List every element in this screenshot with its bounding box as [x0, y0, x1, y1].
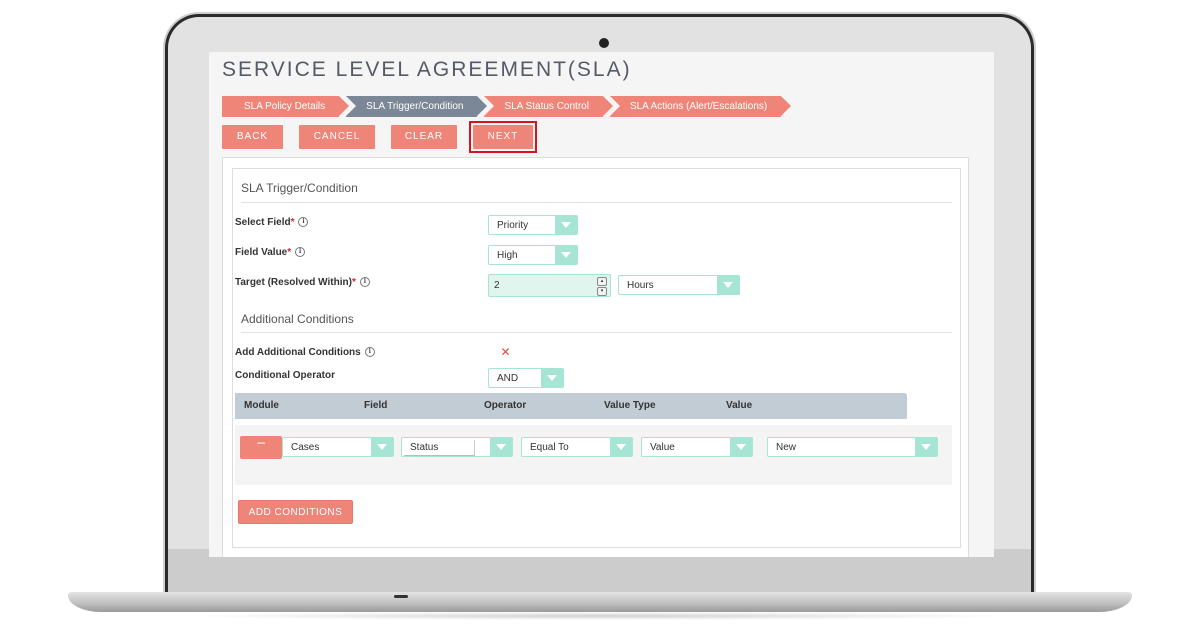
add-conditions-button[interactable]: ADD CONDITIONS	[238, 500, 353, 524]
clear-button[interactable]: CLEAR	[391, 125, 457, 149]
column-header-module: Module	[244, 400, 279, 411]
chevron-down-icon	[717, 276, 739, 294]
select-field-label: Select Field* i	[235, 217, 309, 228]
add-conditions-label: Add Additional Conditions i	[235, 347, 375, 358]
divider	[241, 332, 952, 333]
operator-dropdown[interactable]: Equal To	[521, 437, 633, 457]
target-unit-value: Hours	[627, 280, 654, 291]
field-value: Status	[410, 442, 439, 453]
chevron-down-icon	[541, 369, 563, 387]
target-number-input[interactable]: 2 ▴ ▾	[488, 274, 611, 297]
select-field-value: Priority	[497, 220, 529, 231]
chevron-down-icon	[555, 216, 577, 234]
next-button[interactable]: NEXT	[473, 125, 533, 149]
camera-icon	[599, 38, 609, 48]
conditions-table-header: Module Field Operator Value Type Value	[235, 393, 907, 419]
field-value-label-text: Field Value	[235, 247, 288, 258]
module-value: Cases	[291, 442, 320, 453]
laptop-base	[68, 592, 1132, 612]
info-icon[interactable]: i	[295, 247, 306, 258]
field-value-label: Field Value* i	[235, 247, 306, 258]
chevron-down-icon	[915, 438, 937, 456]
select-field-label-text: Select Field	[235, 217, 291, 228]
target-value: 2	[494, 280, 500, 291]
next-highlight: NEXT	[469, 121, 537, 153]
step-status-control[interactable]: SLA Status Control	[484, 96, 613, 117]
step-policy-details[interactable]: SLA Policy Details	[222, 96, 350, 117]
chevron-down-icon	[371, 438, 393, 456]
laptop-notch	[394, 595, 408, 598]
remove-row-button[interactable]: −	[240, 436, 282, 459]
column-header-field: Field	[364, 400, 388, 411]
conditional-operator-label: Conditional Operator	[235, 370, 335, 381]
screen: SERVICE LEVEL AGREEMENT(SLA) SLA Policy …	[209, 52, 994, 557]
target-unit-dropdown[interactable]: Hours	[618, 275, 740, 295]
page-title: SERVICE LEVEL AGREEMENT(SLA)	[222, 58, 632, 81]
column-header-value: Value	[726, 400, 753, 411]
spin-up-icon[interactable]: ▴	[597, 277, 607, 286]
table-row: − Cases Status Equal To Value New	[235, 425, 952, 485]
form-container: SLA Trigger/Condition Select Field* i Pri…	[222, 157, 969, 557]
value-dropdown[interactable]: New	[767, 437, 938, 457]
operator-value: Equal To	[530, 442, 569, 453]
conditional-operator-value: AND	[497, 373, 519, 384]
chevron-down-icon	[610, 438, 632, 456]
field-value-dropdown[interactable]: High	[488, 245, 578, 265]
value-type-dropdown[interactable]: Value	[641, 437, 753, 457]
step-trigger-condition[interactable]: SLA Trigger/Condition	[346, 96, 488, 117]
target-label-text: Target (Resolved Within)	[235, 277, 352, 288]
module-dropdown[interactable]: Cases	[282, 437, 394, 457]
chevron-down-icon	[490, 438, 512, 456]
section-title-trigger: SLA Trigger/Condition	[241, 181, 358, 195]
required-mark: *	[290, 217, 295, 228]
toolbar: BACK CANCEL CLEAR NEXT	[222, 121, 537, 153]
add-conditions-label-text: Add Additional Conditions	[235, 347, 361, 358]
spin-down-icon[interactable]: ▾	[597, 287, 607, 296]
section-title-additional: Additional Conditions	[241, 312, 354, 326]
cancel-button[interactable]: CANCEL	[299, 125, 375, 149]
back-button[interactable]: BACK	[222, 125, 283, 149]
wizard-steps: SLA Policy Details SLA Trigger/Condition…	[222, 96, 792, 117]
column-header-operator: Operator	[484, 400, 527, 411]
form-panel: SLA Trigger/Condition Select Field* i Pri…	[232, 168, 961, 548]
field-dropdown[interactable]: Status	[401, 437, 513, 457]
column-header-value-type: Value Type	[604, 400, 656, 411]
info-icon[interactable]: i	[298, 217, 309, 228]
divider	[241, 202, 952, 203]
step-actions[interactable]: SLA Actions (Alert/Escalations)	[609, 96, 792, 117]
chevron-down-icon	[730, 438, 752, 456]
select-field-dropdown[interactable]: Priority	[488, 215, 578, 235]
conditional-operator-dropdown[interactable]: AND	[488, 368, 564, 388]
target-label: Target (Resolved Within)* i	[235, 277, 370, 288]
add-conditions-checkbox[interactable]: ✕	[500, 346, 511, 358]
value-type-value: Value	[650, 442, 675, 453]
required-mark: *	[351, 277, 356, 288]
required-mark: *	[287, 247, 292, 258]
value-value: New	[776, 442, 797, 453]
info-icon[interactable]: i	[364, 347, 375, 358]
chevron-down-icon	[555, 246, 577, 264]
laptop-shadow	[180, 612, 1020, 620]
info-icon[interactable]: i	[359, 277, 370, 288]
field-value-value: High	[497, 250, 518, 261]
